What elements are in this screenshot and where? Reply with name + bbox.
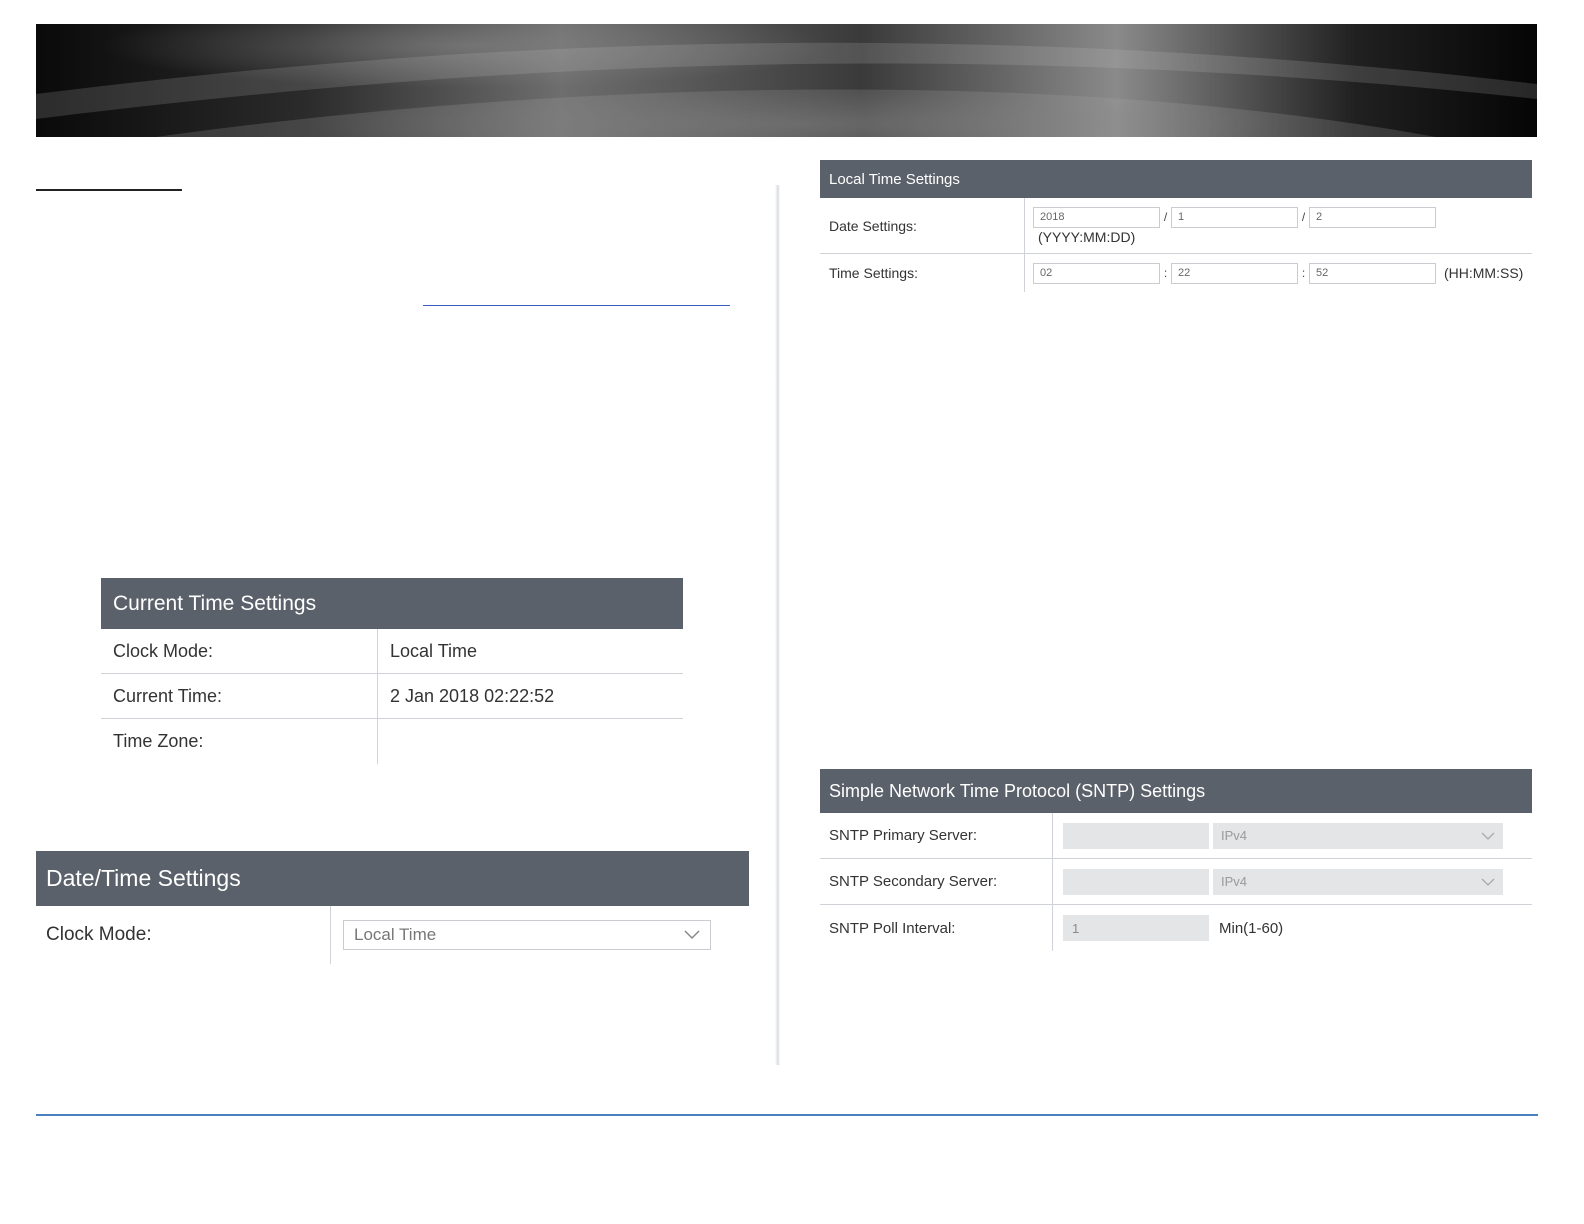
table-row: Time Settings: 02 : 22 : 52 (HH:MM:SS): [820, 254, 1532, 292]
sntp-primary-cell: IPv4: [1053, 813, 1503, 858]
table-row: SNTP Poll Interval: 1 Min(1-60): [820, 905, 1532, 951]
column-divider: [775, 185, 780, 1065]
time-zone-value: [378, 719, 390, 764]
time-hour-input[interactable]: 02: [1033, 262, 1160, 284]
table-row: SNTP Primary Server: IPv4: [820, 813, 1532, 859]
clock-mode-selected: Local Time: [354, 925, 437, 944]
table-row: Clock Mode: Local Time: [101, 629, 683, 674]
time-zone-label: Time Zone:: [101, 719, 378, 764]
chevron-down-icon: [684, 930, 700, 940]
sntp-poll-label: SNTP Poll Interval:: [820, 905, 1053, 951]
chevron-down-icon: [1481, 832, 1495, 840]
time-separator: :: [1301, 266, 1306, 280]
time-minute-input[interactable]: 22: [1171, 262, 1298, 284]
footer-rule: [36, 1114, 1538, 1116]
time-separator: :: [1163, 266, 1168, 280]
time-settings-cell: 02 : 22 : 52 (HH:MM:SS): [1025, 254, 1523, 292]
current-time-settings-panel: Current Time Settings Clock Mode: Local …: [101, 578, 683, 764]
table-row: SNTP Secondary Server: IPv4: [820, 859, 1532, 905]
sntp-secondary-type-value: IPv4: [1221, 874, 1248, 889]
sntp-primary-label: SNTP Primary Server:: [820, 813, 1053, 858]
clock-mode-label: Clock Mode:: [36, 906, 331, 964]
table-row: Time Zone:: [101, 719, 683, 764]
current-time-value: 2 Jan 2018 02:22:52: [390, 685, 555, 706]
datetime-settings-panel: Date/Time Settings Clock Mode: Local Tim…: [36, 851, 749, 964]
local-time-settings-panel: Local Time Settings Date Settings: 2018 …: [820, 160, 1532, 292]
clock-mode-value: Local Time: [390, 640, 478, 661]
chevron-down-icon: [1481, 878, 1495, 886]
date-format-hint: (YYYY:MM:DD): [1038, 228, 1136, 245]
table-row: Date Settings: 2018 / 1 / 2 (YYYY:MM:DD): [820, 198, 1532, 254]
sntp-poll-input[interactable]: 1: [1063, 915, 1209, 941]
panel-title: Current Time Settings: [101, 578, 683, 629]
table-row: Clock Mode: Local Time: [36, 906, 749, 964]
hyperlink-underline[interactable]: [423, 305, 730, 306]
time-format-hint: (HH:MM:SS): [1444, 265, 1524, 281]
panel-title: Simple Network Time Protocol (SNTP) Sett…: [820, 769, 1532, 813]
sntp-secondary-label: SNTP Secondary Server:: [820, 859, 1053, 904]
current-time-label: Current Time:: [101, 674, 378, 718]
sntp-primary-type-select[interactable]: IPv4: [1213, 822, 1503, 849]
date-settings-label: Date Settings:: [820, 198, 1025, 253]
sntp-secondary-cell: IPv4: [1053, 859, 1503, 904]
heading-underline: [36, 189, 182, 191]
date-settings-cell: 2018 / 1 / 2 (YYYY:MM:DD): [1025, 198, 1436, 253]
sntp-primary-input[interactable]: [1063, 822, 1209, 849]
table-row: Current Time: 2 Jan 2018 02:22:52: [101, 674, 683, 719]
date-month-input[interactable]: 1: [1171, 206, 1298, 228]
date-separator: /: [1163, 210, 1168, 224]
panel-title: Local Time Settings: [820, 160, 1532, 198]
sntp-settings-panel: Simple Network Time Protocol (SNTP) Sett…: [820, 769, 1532, 951]
date-input-group: 2018 / 1 / 2: [1033, 206, 1436, 228]
sntp-poll-cell: 1 Min(1-60): [1053, 905, 1283, 951]
date-year-input[interactable]: 2018: [1033, 206, 1160, 228]
header-banner: [36, 24, 1537, 137]
clock-mode-label: Clock Mode:: [101, 629, 378, 673]
time-second-input[interactable]: 52: [1309, 262, 1436, 284]
sntp-secondary-type-select[interactable]: IPv4: [1213, 868, 1503, 895]
sntp-secondary-input[interactable]: [1063, 868, 1209, 895]
date-separator: /: [1301, 210, 1306, 224]
sntp-poll-unit: Min(1-60): [1219, 919, 1284, 937]
banner-swoosh-graphic: [36, 42, 1537, 137]
panel-title: Date/Time Settings: [36, 851, 749, 906]
clock-mode-cell: Local Time: [331, 906, 711, 964]
time-settings-label: Time Settings:: [820, 254, 1025, 292]
sntp-primary-type-value: IPv4: [1221, 828, 1248, 843]
clock-mode-select[interactable]: Local Time: [343, 920, 711, 950]
date-day-input[interactable]: 2: [1309, 206, 1436, 228]
